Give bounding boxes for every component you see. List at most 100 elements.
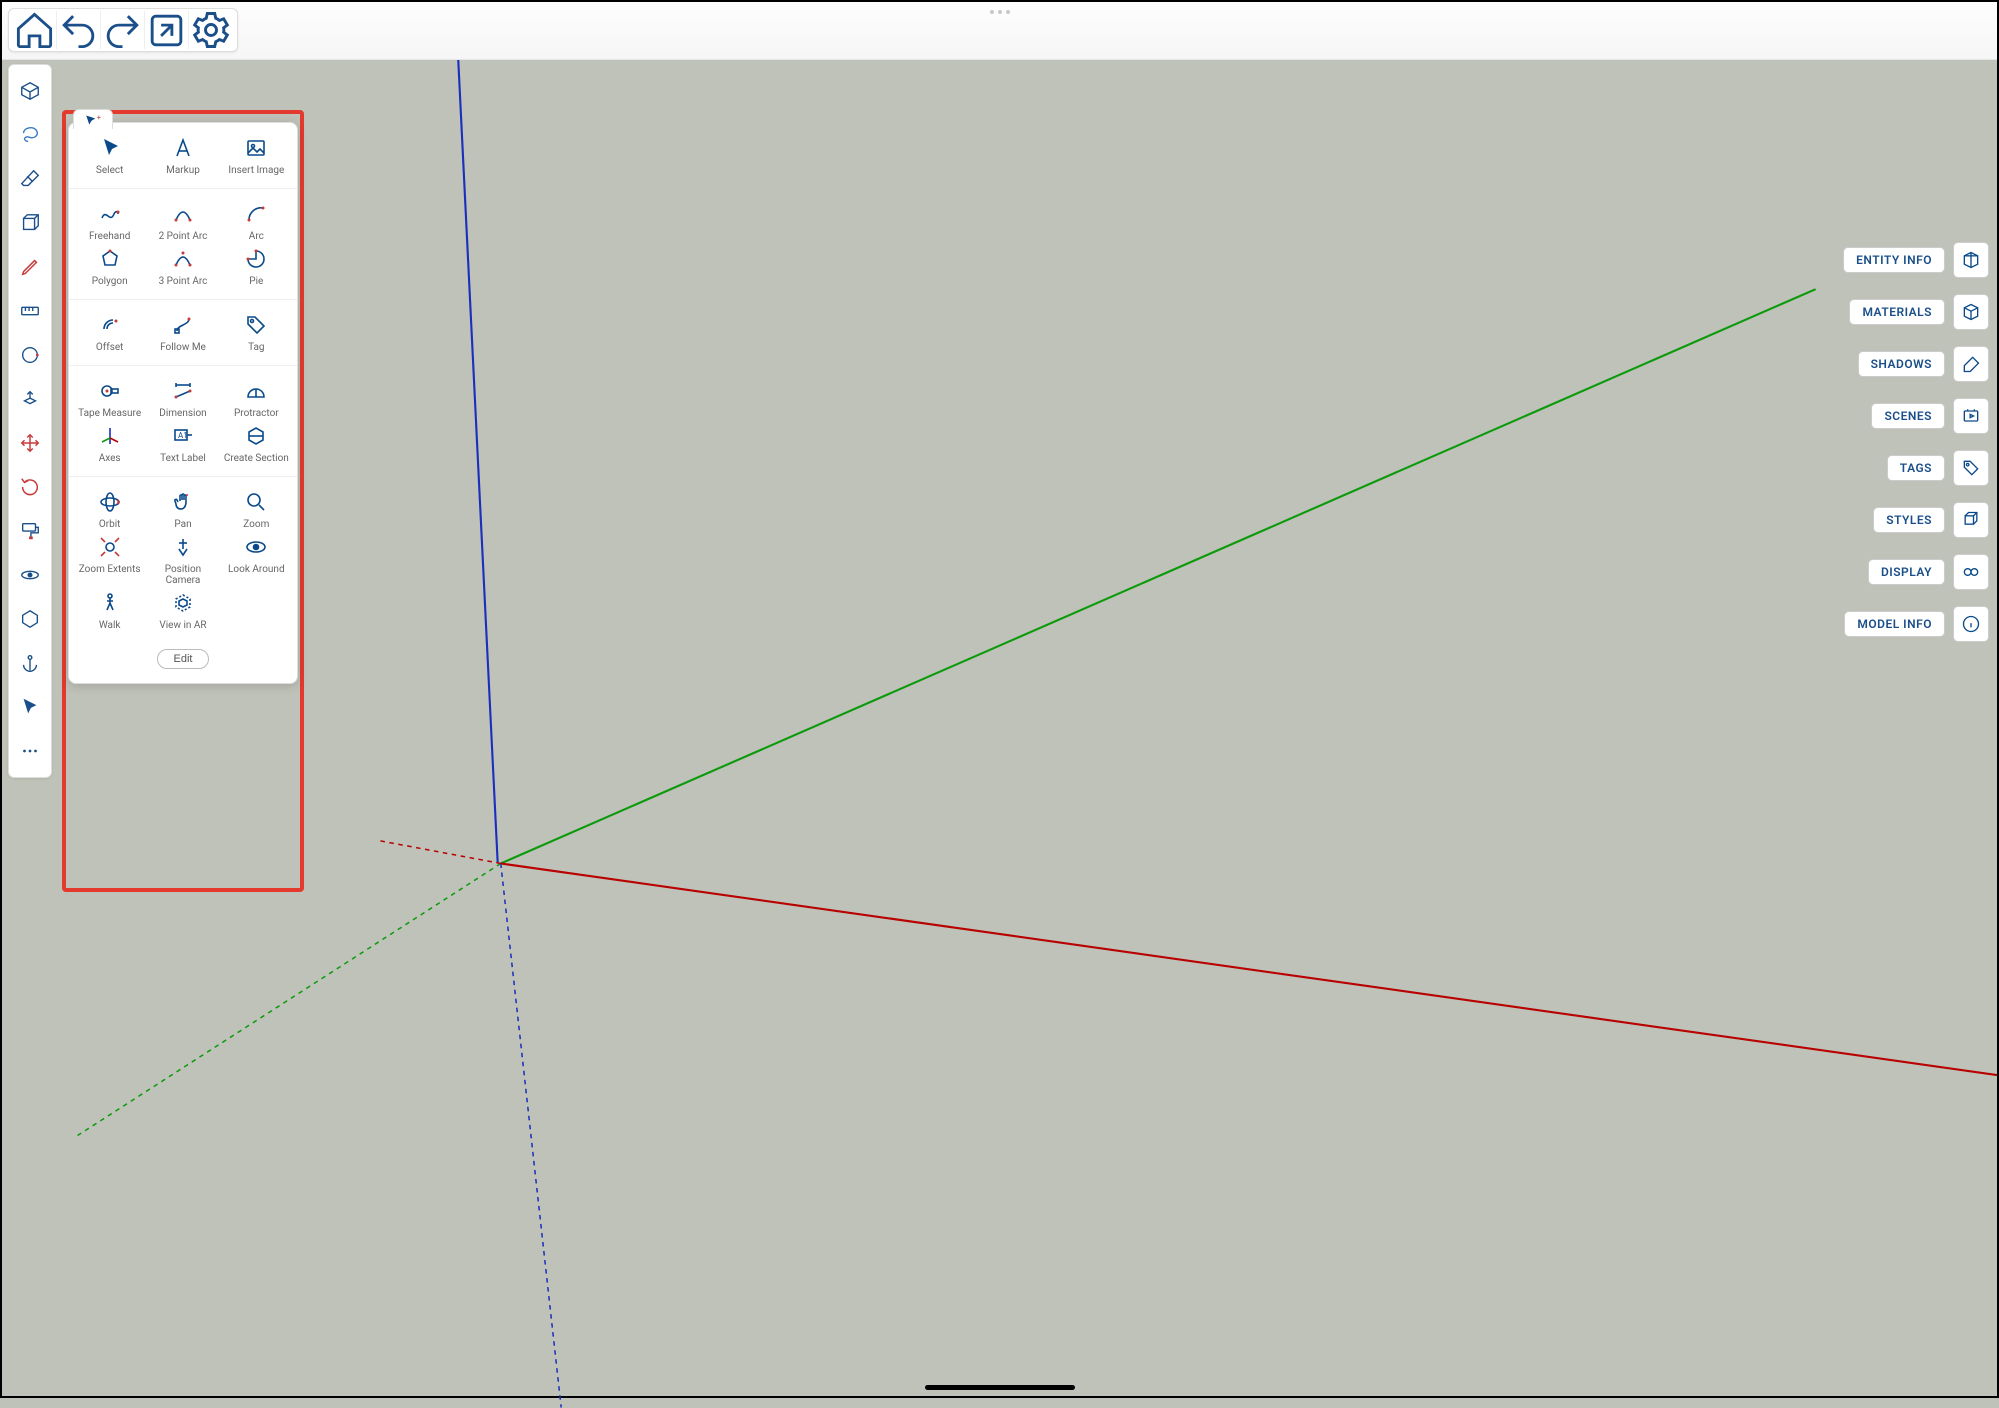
arc-icon bbox=[243, 201, 269, 227]
tool-arc[interactable]: Arc bbox=[220, 199, 293, 244]
tool-offset[interactable]: Offset bbox=[73, 310, 146, 355]
tool-3-point-arc[interactable]: 3 Point Arc bbox=[146, 244, 219, 289]
axis-green-neg bbox=[78, 863, 501, 1135]
lasso-select-icon[interactable] bbox=[9, 113, 51, 157]
undo-button[interactable] bbox=[57, 11, 101, 49]
two-point-arc-icon bbox=[170, 201, 196, 227]
entity-info-icon[interactable] bbox=[1953, 242, 1989, 278]
right-panels: ENTITY INFO MATERIALS SHADOWS SCENES TAGS STY… bbox=[1843, 242, 1989, 642]
panel-model-info[interactable]: MODEL INFO bbox=[1844, 611, 1945, 637]
pan-icon bbox=[170, 489, 196, 515]
export-button[interactable] bbox=[145, 11, 189, 49]
more-icon[interactable] bbox=[9, 729, 51, 773]
tool-label: Zoom Extents bbox=[79, 564, 141, 575]
tool-label: Pan bbox=[174, 519, 191, 530]
tool-text-label[interactable]: A1Text Label bbox=[146, 421, 219, 466]
styles-icon[interactable] bbox=[1953, 502, 1989, 538]
panel-shadows[interactable]: SHADOWS bbox=[1858, 351, 1945, 377]
axes-icon bbox=[97, 423, 123, 449]
tool-markup[interactable]: Markup bbox=[146, 133, 219, 178]
circle-icon[interactable] bbox=[9, 333, 51, 377]
tool-create-section[interactable]: Create Section bbox=[220, 421, 293, 466]
tool-follow-me[interactable]: Follow Me bbox=[146, 310, 219, 355]
tool-label: Freehand bbox=[89, 231, 130, 242]
settings-button[interactable] bbox=[189, 11, 233, 49]
tool-protractor[interactable]: Protractor bbox=[220, 376, 293, 421]
tool-pan[interactable]: Pan bbox=[146, 487, 219, 532]
markup-icon bbox=[170, 135, 196, 161]
tool-walk[interactable]: Walk bbox=[73, 588, 146, 633]
tool-zoom-extents[interactable]: Zoom Extents bbox=[73, 532, 146, 588]
tool-2-point-arc[interactable]: 2 Point Arc bbox=[146, 199, 219, 244]
tool-zoom[interactable]: Zoom bbox=[220, 487, 293, 532]
tool-tag[interactable]: Tag bbox=[220, 310, 293, 355]
tool-axes[interactable]: Axes bbox=[73, 421, 146, 466]
tool-tape-measure[interactable]: Tape Measure bbox=[73, 376, 146, 421]
tool-label: Follow Me bbox=[160, 342, 206, 353]
polygon-icon bbox=[97, 246, 123, 272]
paint-icon[interactable] bbox=[9, 509, 51, 553]
svg-text:+: + bbox=[97, 114, 101, 122]
tool-label: 2 Point Arc bbox=[159, 231, 208, 242]
panel-entity-info[interactable]: ENTITY INFO bbox=[1843, 247, 1945, 273]
tool-orbit[interactable]: Orbit bbox=[73, 487, 146, 532]
warehouse-icon[interactable] bbox=[9, 69, 51, 113]
palette-tab[interactable]: + bbox=[73, 109, 113, 129]
viewport-canvas[interactable] bbox=[2, 2, 1997, 1408]
position-camera-icon bbox=[170, 534, 196, 560]
redo-button[interactable] bbox=[101, 11, 145, 49]
tool-label: Pie bbox=[249, 276, 263, 287]
tool-label: Tag bbox=[248, 342, 264, 353]
palette-group: Tape MeasureDimensionProtractor AxesA1Tex… bbox=[69, 366, 297, 477]
tool-label: Look Around bbox=[228, 564, 285, 575]
tool-label: Offset bbox=[96, 342, 124, 353]
panel-row: SHADOWS bbox=[1843, 346, 1989, 382]
tool-pie[interactable]: Pie bbox=[220, 244, 293, 289]
tool-palette: + SelectMarkupInsert ImageFreehand2 Poin… bbox=[68, 122, 298, 684]
tape-measure-icon bbox=[97, 378, 123, 404]
eraser-icon[interactable] bbox=[9, 157, 51, 201]
panel-display[interactable]: DISPLAY bbox=[1868, 559, 1945, 585]
tool-label: Insert Image bbox=[228, 165, 284, 176]
panel-tags[interactable]: TAGS bbox=[1887, 455, 1945, 481]
tool-label: Select bbox=[96, 165, 123, 176]
offset-icon bbox=[97, 312, 123, 338]
tool-freehand[interactable]: Freehand bbox=[73, 199, 146, 244]
polygon-tool-icon[interactable] bbox=[9, 597, 51, 641]
protractor-icon bbox=[243, 378, 269, 404]
tool-select[interactable]: Select bbox=[73, 133, 146, 178]
panel-styles[interactable]: STYLES bbox=[1873, 507, 1945, 533]
follow-me-icon bbox=[170, 312, 196, 338]
tags-icon[interactable] bbox=[1953, 450, 1989, 486]
zoom-extents-icon bbox=[97, 534, 123, 560]
anchor-icon[interactable] bbox=[9, 641, 51, 685]
axis-blue-neg bbox=[501, 863, 561, 1407]
shadows-icon[interactable] bbox=[1953, 346, 1989, 382]
tool-polygon[interactable]: Polygon bbox=[73, 244, 146, 289]
tool-position-camera[interactable]: Position Camera bbox=[146, 532, 219, 588]
cube-icon[interactable] bbox=[9, 201, 51, 245]
freehand-icon bbox=[97, 201, 123, 227]
display-icon[interactable] bbox=[1953, 554, 1989, 590]
pencil-icon[interactable] bbox=[9, 245, 51, 289]
panel-row: SCENES bbox=[1843, 398, 1989, 434]
tool-insert-image[interactable]: Insert Image bbox=[220, 133, 293, 178]
move-icon[interactable] bbox=[9, 421, 51, 465]
tool-view-in-ar[interactable]: View in AR bbox=[146, 588, 219, 633]
tool-dimension[interactable]: Dimension bbox=[146, 376, 219, 421]
tool-label: Arc bbox=[249, 231, 264, 242]
panel-materials[interactable]: MATERIALS bbox=[1849, 299, 1945, 325]
model-info-icon[interactable] bbox=[1953, 606, 1989, 642]
select-cursor-icon[interactable] bbox=[9, 685, 51, 729]
panel-scenes[interactable]: SCENES bbox=[1871, 403, 1945, 429]
scenes-icon[interactable] bbox=[1953, 398, 1989, 434]
tool-look-around[interactable]: Look Around bbox=[220, 532, 293, 588]
rotate-icon[interactable] bbox=[9, 465, 51, 509]
edit-palette-button[interactable]: Edit bbox=[157, 649, 210, 669]
measure-icon[interactable] bbox=[9, 289, 51, 333]
orbit-icon[interactable] bbox=[9, 553, 51, 597]
axis-blue bbox=[455, 2, 497, 863]
pushpull-icon[interactable] bbox=[9, 377, 51, 421]
home-button[interactable] bbox=[13, 11, 57, 49]
materials-icon[interactable] bbox=[1953, 294, 1989, 330]
